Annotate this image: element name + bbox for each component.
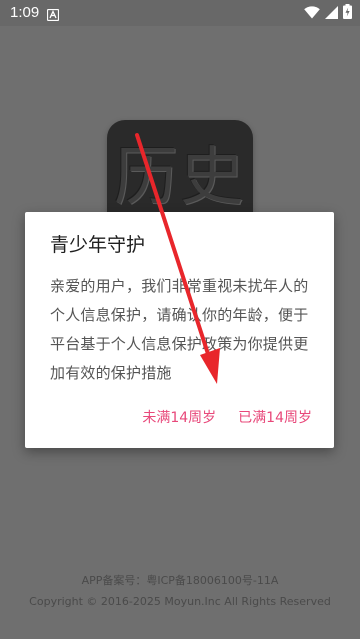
- footer-icp: APP备案号：粤ICP备18006100号-11A: [81, 574, 279, 587]
- status-bar: 1:09: [0, 0, 360, 26]
- footer-copyright: Copyright © 2016-2025 Moyun.Inc All Righ…: [29, 595, 331, 608]
- wifi-icon: [304, 4, 320, 23]
- battery-icon: [343, 3, 352, 23]
- notification-a-icon: [46, 6, 60, 22]
- under-14-button[interactable]: 未满14周岁: [142, 408, 216, 428]
- dialog-title: 青少年守护: [50, 234, 146, 256]
- dialog-message: 亲爱的用户，我们非常重视未扰年人的个人信息保护，请确认你的年龄，便于平台基于个人…: [50, 277, 309, 382]
- signal-icon: [325, 4, 338, 23]
- age-verification-dialog: 青少年守护 亲爱的用户，我们非常重视未扰年人的个人信息保护，请确认你的年龄，便于…: [25, 212, 334, 448]
- over-14-button[interactable]: 已满14周岁: [238, 408, 312, 428]
- status-icons: [304, 3, 352, 23]
- status-time: 1:09: [10, 4, 40, 21]
- dialog-actions: 未满14周岁 已满14周岁: [142, 408, 312, 428]
- app-logo-text: 历史: [114, 141, 246, 215]
